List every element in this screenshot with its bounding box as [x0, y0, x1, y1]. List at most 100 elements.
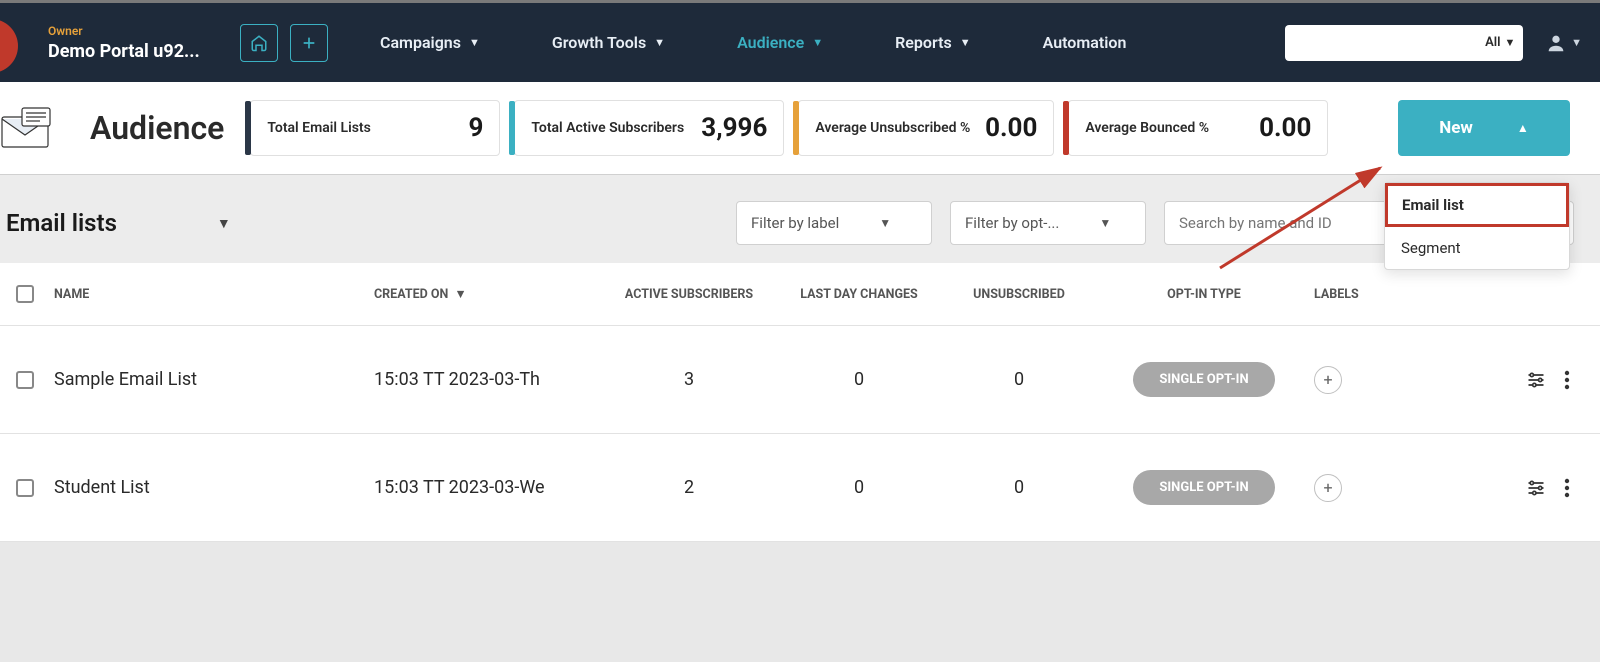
nav-links: Campaigns ▼ Growth Tools ▼ Audience ▼ Repor…: [380, 33, 1126, 52]
chevron-down-icon: ▼: [1571, 36, 1582, 49]
owner-block[interactable]: Owner Demo Portal u92...: [0, 24, 200, 62]
filter-by-optin[interactable]: Filter by opt-... ▼: [950, 201, 1146, 245]
filter-label: Filter by label: [751, 214, 839, 232]
annotation-arrow-icon: [1210, 158, 1400, 278]
col-created[interactable]: CREATED ON ▼: [374, 287, 604, 302]
col-name[interactable]: NAME: [54, 287, 374, 302]
chevron-down-icon: ▼: [454, 287, 466, 302]
nav-audience[interactable]: Audience ▼: [737, 33, 823, 52]
row-created: 15:03 TT 2023-03-Th: [374, 369, 604, 390]
settings-icon[interactable]: [1526, 370, 1546, 390]
col-label: CREATED ON: [374, 287, 448, 302]
mail-icon: [0, 107, 64, 149]
more-icon[interactable]: [1564, 478, 1570, 498]
stats-bar: Audience Total Email Lists 9 Total Activ…: [0, 82, 1600, 175]
chevron-up-icon: ▲: [1517, 121, 1529, 135]
nav-campaigns[interactable]: Campaigns ▼: [380, 33, 480, 52]
settings-icon[interactable]: [1526, 478, 1546, 498]
stat-unsub: Average Unsubscribed % 0.00: [798, 100, 1054, 156]
row-created: 15:03 TT 2023-03-We: [374, 477, 604, 498]
stat-label: Total Active Subscribers: [531, 120, 684, 136]
row-active: 3: [604, 369, 774, 390]
more-icon[interactable]: [1564, 370, 1570, 390]
nav-label: Automation: [1043, 33, 1127, 52]
col-unsub[interactable]: UNSUBSCRIBED: [944, 287, 1094, 302]
add-label-button[interactable]: +: [1314, 366, 1342, 394]
row-lastday: 0: [774, 477, 944, 498]
nav-label: Growth Tools: [552, 33, 646, 52]
chevron-down-icon: ▼: [879, 216, 891, 230]
col-optin: OPT-IN TYPE: [1094, 287, 1314, 302]
search-scope[interactable]: All ▼: [1485, 35, 1515, 50]
optin-badge: SINGLE OPT-IN: [1133, 362, 1274, 397]
select-all-checkbox[interactable]: [16, 285, 34, 303]
new-button-label: New: [1439, 118, 1473, 138]
row-unsub: 0: [944, 477, 1094, 498]
owner-label: Owner: [48, 24, 200, 38]
plus-icon: [301, 35, 317, 51]
stat-bar-icon: [1063, 101, 1069, 155]
table-row[interactable]: Student List 15:03 TT 2023-03-We 2 0 0 S…: [0, 434, 1600, 542]
user-icon: [1545, 32, 1567, 54]
home-button[interactable]: [240, 24, 278, 62]
chevron-down-icon: ▼: [654, 36, 665, 49]
stats-left: Audience: [0, 107, 236, 149]
optin-badge: SINGLE OPT-IN: [1133, 470, 1274, 505]
col-lastday[interactable]: LAST DAY CHANGES: [774, 287, 944, 302]
new-button[interactable]: New ▲: [1398, 100, 1570, 156]
stat-value: 9: [468, 113, 483, 143]
table-row[interactable]: Sample Email List 15:03 TT 2023-03-Th 3 …: [0, 326, 1600, 434]
new-dropdown: Email list Segment: [1384, 182, 1570, 270]
nav-label: Reports: [895, 33, 952, 52]
row-active: 2: [604, 477, 774, 498]
chevron-down-icon: ▼: [812, 36, 823, 49]
stat-bounced: Average Bounced % 0.00: [1068, 100, 1328, 156]
stat-value: 3,996: [701, 113, 767, 143]
nav-label: Campaigns: [380, 33, 461, 52]
col-active[interactable]: ACTIVE SUBSCRIBERS: [604, 287, 774, 302]
row-lastday: 0: [774, 369, 944, 390]
nav-automation[interactable]: Automation: [1043, 33, 1127, 52]
home-icon: [250, 34, 268, 52]
chevron-down-icon: ▼: [469, 36, 480, 49]
chevron-down-icon: ▼: [1505, 36, 1516, 49]
stat-bar-icon: [793, 101, 799, 155]
user-menu[interactable]: ▼: [1545, 32, 1582, 54]
owner-name: Demo Portal u92...: [48, 41, 200, 62]
row-checkbox[interactable]: [16, 479, 34, 497]
stat-label: Average Unsubscribed %: [815, 120, 970, 136]
stat-total-lists: Total Email Lists 9: [250, 100, 500, 156]
filter-by-label[interactable]: Filter by label ▼: [736, 201, 932, 245]
row-checkbox[interactable]: [16, 371, 34, 389]
top-nav: Owner Demo Portal u92... Campaigns ▼ Grow…: [0, 0, 1600, 82]
page-title: Audience: [90, 109, 224, 147]
add-button[interactable]: [290, 24, 328, 62]
filter-label: Filter by opt-...: [965, 214, 1059, 232]
add-label-button[interactable]: +: [1314, 474, 1342, 502]
row-name[interactable]: Sample Email List: [54, 369, 374, 390]
new-dd-email-list[interactable]: Email list: [1385, 183, 1569, 227]
stat-active-subs: Total Active Subscribers 3,996: [514, 100, 784, 156]
nav-growth[interactable]: Growth Tools ▼: [552, 33, 665, 52]
nav-reports[interactable]: Reports ▼: [895, 33, 970, 52]
stat-bar-icon: [509, 101, 515, 155]
stat-label: Total Email Lists: [267, 120, 370, 136]
lists-table: NAME CREATED ON ▼ ACTIVE SUBSCRIBERS LAST…: [0, 263, 1600, 542]
global-search[interactable]: All ▼: [1285, 25, 1523, 61]
row-name[interactable]: Student List: [54, 477, 374, 498]
chevron-down-icon: ▼: [960, 36, 971, 49]
new-dd-segment[interactable]: Segment: [1385, 227, 1569, 269]
stat-label: Average Bounced %: [1085, 120, 1209, 136]
chevron-down-icon: ▼: [217, 215, 231, 232]
stat-value: 0.00: [985, 113, 1037, 143]
stat-value: 0.00: [1259, 113, 1311, 143]
stat-bar-icon: [245, 101, 251, 155]
nav-label: Audience: [737, 33, 804, 52]
search-scope-label: All: [1485, 35, 1500, 50]
section-title-label: Email lists: [6, 209, 117, 237]
chevron-down-icon: ▼: [1099, 216, 1111, 230]
col-labels: LABELS: [1314, 287, 1484, 302]
row-unsub: 0: [944, 369, 1094, 390]
global-search-input[interactable]: [1301, 35, 1479, 51]
section-title[interactable]: Email lists ▼: [6, 209, 231, 237]
